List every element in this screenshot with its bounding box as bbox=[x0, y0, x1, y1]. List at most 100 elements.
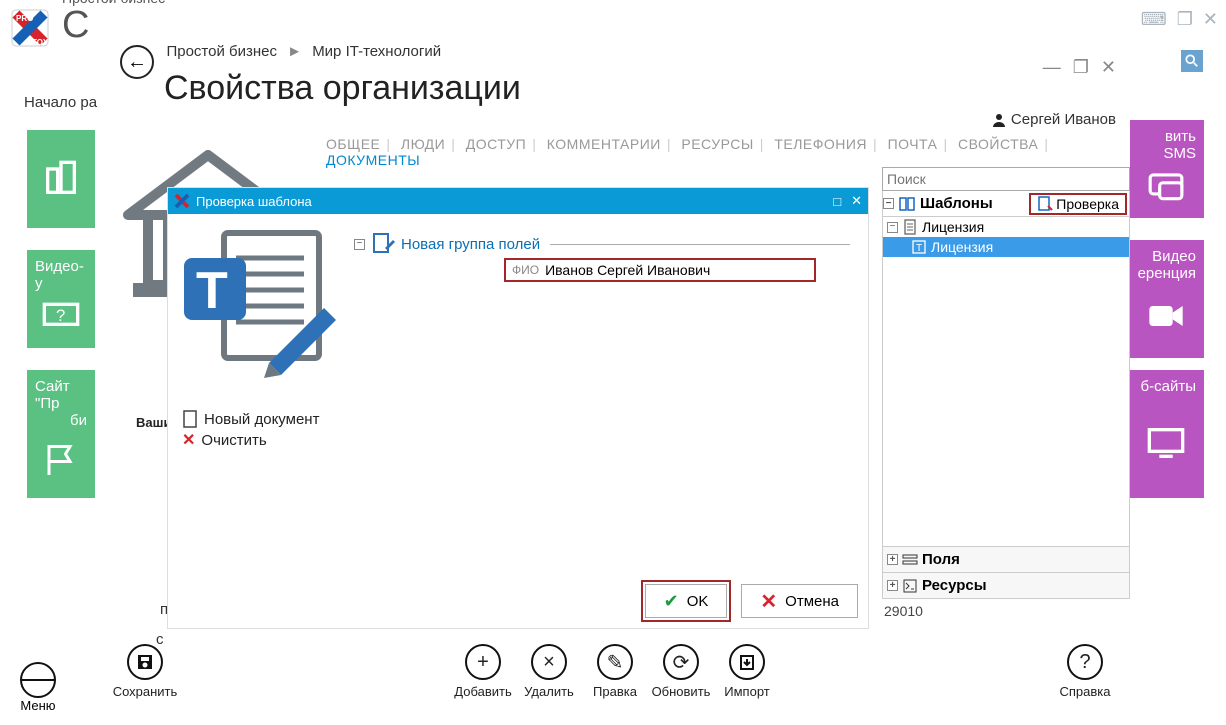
templates-icon bbox=[898, 195, 916, 213]
back-button[interactable]: ← bbox=[120, 45, 154, 79]
tree-item-license-folder[interactable]: − Лицензия bbox=[883, 217, 1129, 237]
tab-resources[interactable]: РЕСУРСЫ bbox=[681, 136, 753, 152]
group-name: Новая группа полей bbox=[401, 236, 540, 253]
doc-icon bbox=[902, 219, 918, 235]
check-button[interactable]: Проверка bbox=[1029, 193, 1127, 215]
close-icon[interactable]: ✕ bbox=[1203, 9, 1218, 30]
plus-icon: + bbox=[465, 644, 501, 680]
svg-text:PRO: PRO bbox=[16, 14, 33, 23]
templates-search-input[interactable] bbox=[882, 167, 1130, 191]
flag-icon bbox=[41, 442, 81, 478]
tab-general[interactable]: ОБЩЕЕ bbox=[326, 136, 380, 152]
tree-item-license-selected[interactable]: T Лицензия bbox=[883, 237, 1129, 257]
dialog-buttons: ✔ OK ✕ Отмена bbox=[645, 584, 858, 618]
collapse-icon[interactable]: − bbox=[354, 239, 365, 250]
expand-icon[interactable]: + bbox=[887, 580, 898, 591]
tabs: ОБЩЕЕ| ЛЮДИ| ДОСТУП| КОММЕНТАРИИ| РЕСУРС… bbox=[326, 136, 1130, 168]
breadcrumb-item[interactable]: Мир IT-технологий bbox=[312, 43, 441, 60]
pencil-icon: ✎ bbox=[597, 644, 633, 680]
restore-icon[interactable]: ❐ bbox=[1177, 9, 1193, 30]
tab-telephony[interactable]: ТЕЛЕФОНИЯ bbox=[774, 136, 867, 152]
tree-label: Лицензия bbox=[922, 219, 984, 235]
tile-green-2[interactable]: Видео-у ? bbox=[27, 250, 95, 348]
collapse-icon[interactable]: − bbox=[887, 222, 898, 233]
fio-field[interactable]: ФИО Иванов Сергей Иванович bbox=[504, 258, 816, 282]
check-doc-icon bbox=[1037, 196, 1053, 212]
dialog-titlebar[interactable]: Проверка шаблона □ ✕ bbox=[168, 188, 868, 214]
tile-label: Видео-у bbox=[35, 258, 87, 292]
doc-edit-icon bbox=[371, 232, 395, 256]
breadcrumb: Простой бизнес ► Мир IT-технологий bbox=[166, 43, 441, 60]
refresh-button[interactable]: ⟳Обновить bbox=[648, 644, 714, 699]
cancel-button[interactable]: ✕ Отмена bbox=[741, 584, 858, 618]
breadcrumb-sep: ► bbox=[287, 43, 302, 60]
dialog-title: Проверка шаблона bbox=[196, 194, 312, 209]
svg-text:T: T bbox=[916, 243, 922, 254]
field-value: Иванов Сергей Иванович bbox=[545, 262, 710, 278]
dialog-close-icon[interactable]: ✕ bbox=[851, 193, 862, 209]
tab-people[interactable]: ЛЮДИ bbox=[401, 136, 445, 152]
tab-documents[interactable]: ДОКУМЕНТЫ bbox=[326, 152, 420, 168]
delete-button[interactable]: ×Удалить bbox=[516, 644, 582, 699]
breadcrumb-item[interactable]: Простой бизнес bbox=[166, 43, 277, 60]
document-edit-illustration: T bbox=[174, 218, 344, 388]
x-icon: ✕ bbox=[760, 589, 777, 614]
tile-purple-2[interactable]: Видео еренция bbox=[1128, 240, 1204, 358]
tab-access[interactable]: ДОСТУП bbox=[466, 136, 527, 152]
new-document-link[interactable]: Новый документ bbox=[182, 410, 319, 428]
minimize-icon[interactable]: — bbox=[1043, 57, 1061, 78]
import-icon bbox=[738, 653, 756, 671]
close-icon[interactable]: ✕ bbox=[1101, 57, 1116, 78]
tile-purple-1[interactable]: вить SMS bbox=[1128, 120, 1204, 218]
dialog-maximize-icon[interactable]: □ bbox=[833, 194, 841, 209]
question-icon: ? bbox=[1067, 644, 1103, 680]
template-check-dialog: Проверка шаблона □ ✕ T − Новая груп bbox=[168, 188, 868, 628]
template-icon: T bbox=[911, 239, 927, 255]
tile-purple-3[interactable]: б-сайты bbox=[1128, 370, 1204, 498]
expand-icon[interactable]: + bbox=[887, 554, 898, 565]
fields-label: Поля bbox=[922, 551, 960, 568]
check-icon: ✔ bbox=[664, 591, 679, 612]
letter-p: п bbox=[160, 601, 168, 618]
tile-green-1[interactable] bbox=[27, 130, 95, 228]
edit-button[interactable]: ✎Правка bbox=[582, 644, 648, 699]
tile-label: Видео bbox=[1136, 248, 1196, 265]
import-button[interactable]: Импорт bbox=[714, 644, 780, 699]
org-system-buttons: — ❐ ✕ bbox=[1043, 57, 1116, 78]
tile-green-3[interactable]: Сайт "Пр би bbox=[27, 370, 95, 498]
page-title: Свойства организации bbox=[164, 69, 1110, 108]
org-header: ← Простой бизнес ► Мир IT-технологий Сво… bbox=[100, 35, 1130, 108]
clear-link[interactable]: ✕ Очистить bbox=[182, 430, 267, 450]
tile-label-2: би bbox=[70, 412, 87, 429]
resources-section[interactable]: + Ресурсы bbox=[882, 573, 1130, 599]
video-icon bbox=[1146, 301, 1186, 331]
templates-header: − Шаблоны Проверка bbox=[882, 191, 1130, 217]
search-icon[interactable] bbox=[1181, 50, 1203, 72]
templates-panel: − Шаблоны Проверка − Лицензия T Лицензия bbox=[882, 167, 1130, 623]
help-button[interactable]: ?Справка bbox=[1052, 644, 1118, 699]
field-group-label[interactable]: − Новая группа полей bbox=[354, 232, 850, 256]
divider bbox=[550, 244, 850, 245]
save-button[interactable]: Сохранить bbox=[112, 644, 178, 699]
ok-button[interactable]: ✔ OK bbox=[645, 584, 728, 618]
sms-icon bbox=[1147, 171, 1185, 201]
keyboard-icon[interactable]: ⌨ bbox=[1141, 9, 1167, 30]
fields-section[interactable]: + Поля bbox=[882, 547, 1130, 573]
resources-count: 29010 bbox=[882, 599, 1130, 623]
hamburger-icon bbox=[20, 662, 56, 698]
app-logo: PROTOY bbox=[8, 6, 52, 50]
add-button[interactable]: +Добавить bbox=[450, 644, 516, 699]
restore-icon[interactable]: ❐ bbox=[1073, 57, 1089, 78]
tab-comments[interactable]: КОММЕНТАРИИ bbox=[547, 136, 661, 152]
x-icon: × bbox=[531, 644, 567, 680]
svg-text:?: ? bbox=[56, 306, 65, 325]
tree-label: Лицензия bbox=[931, 239, 993, 255]
vashi-label: Ваши bbox=[136, 415, 171, 430]
current-user[interactable]: Сергей Иванов bbox=[991, 111, 1116, 128]
collapse-icon[interactable]: − bbox=[883, 198, 894, 209]
user-name: Сергей Иванов bbox=[1011, 111, 1116, 128]
tab-mail[interactable]: ПОЧТА bbox=[888, 136, 938, 152]
user-icon bbox=[991, 112, 1007, 128]
tab-properties[interactable]: СВОЙСТВА bbox=[958, 136, 1038, 152]
menu-button[interactable]: Меню bbox=[20, 662, 56, 713]
